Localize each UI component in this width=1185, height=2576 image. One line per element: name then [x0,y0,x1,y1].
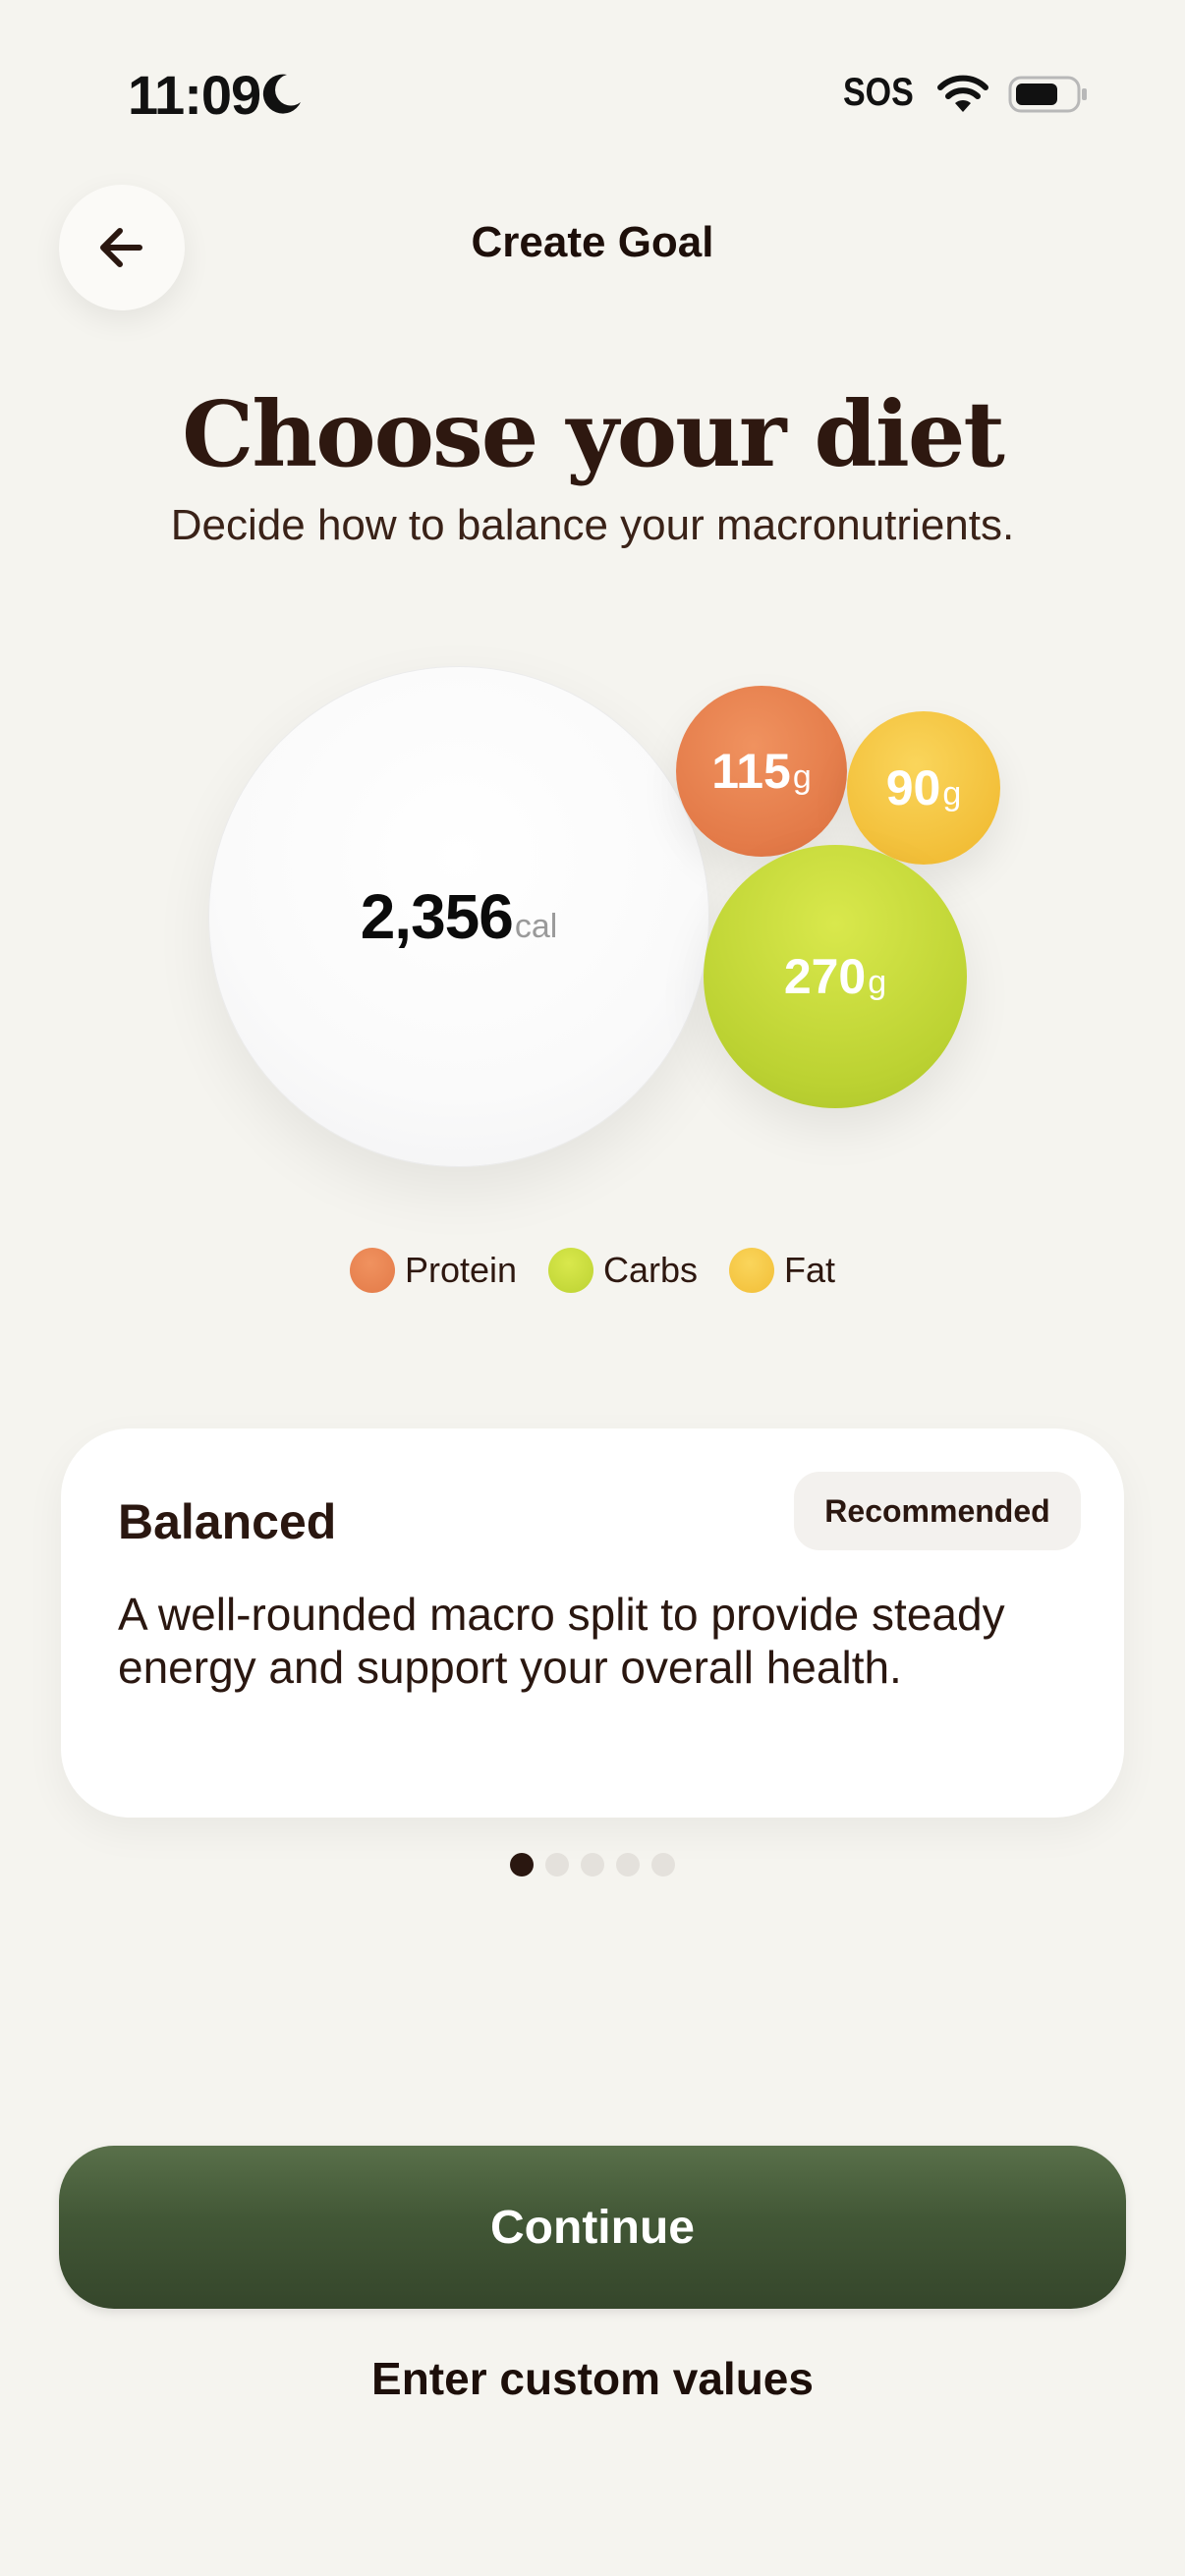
calories-unit: cal [514,907,558,945]
page-dot-4[interactable] [616,1853,640,1876]
protein-unit: g [792,757,812,796]
diet-subtitle: Decide how to balance your macronutrient… [170,501,1015,549]
battery-icon [1008,76,1087,113]
diet-card-title: Balanced [118,1494,337,1549]
macro-legend: Protein Carbs Fat [0,1248,1185,1293]
page-dot-5[interactable] [651,1853,675,1876]
wifi-icon [937,75,988,112]
page-dot-1[interactable] [510,1853,534,1876]
carbs-unit: g [868,963,887,1001]
legend-fat: Fat [729,1248,835,1293]
continue-button[interactable]: Continue [59,2146,1126,2309]
protein-value: 115 [711,744,791,799]
custom-values-link[interactable]: Enter custom values [0,2352,1185,2405]
legend-protein-label: Protein [404,1250,518,1290]
page-indicator [0,1853,1185,1876]
carbs-value: 270 [783,949,867,1004]
legend-carbs-label: Carbs [603,1250,699,1290]
legend-protein: Protein [349,1248,518,1293]
moon-icon [262,74,301,114]
page-dot-3[interactable] [581,1853,604,1876]
diet-heading: Choose your diet [182,381,1005,487]
page-title: Create Goal [471,218,714,266]
diet-card-description: A well-rounded macro split to provide st… [118,1589,1005,1693]
status-time: 11:09 [128,64,261,126]
page-dot-2[interactable] [545,1853,569,1876]
legend-carbs: Carbs [548,1248,698,1293]
legend-fat-label: Fat [784,1250,836,1290]
fat-dot [729,1248,775,1293]
recommended-badge: Recommended [794,1472,1081,1550]
fat-unit: g [942,774,962,812]
protein-dot [349,1248,395,1293]
protein-bubble: 115 g [676,686,847,857]
fat-value: 90 [885,760,941,815]
fat-bubble: 90 g [847,711,1000,865]
calories-bubble: 2,356 cal [208,666,709,1167]
carbs-dot [548,1248,594,1293]
carbs-bubble: 270 g [704,845,967,1108]
calories-value: 2,356 [360,881,514,952]
sos-indicator: SOS [843,71,914,114]
